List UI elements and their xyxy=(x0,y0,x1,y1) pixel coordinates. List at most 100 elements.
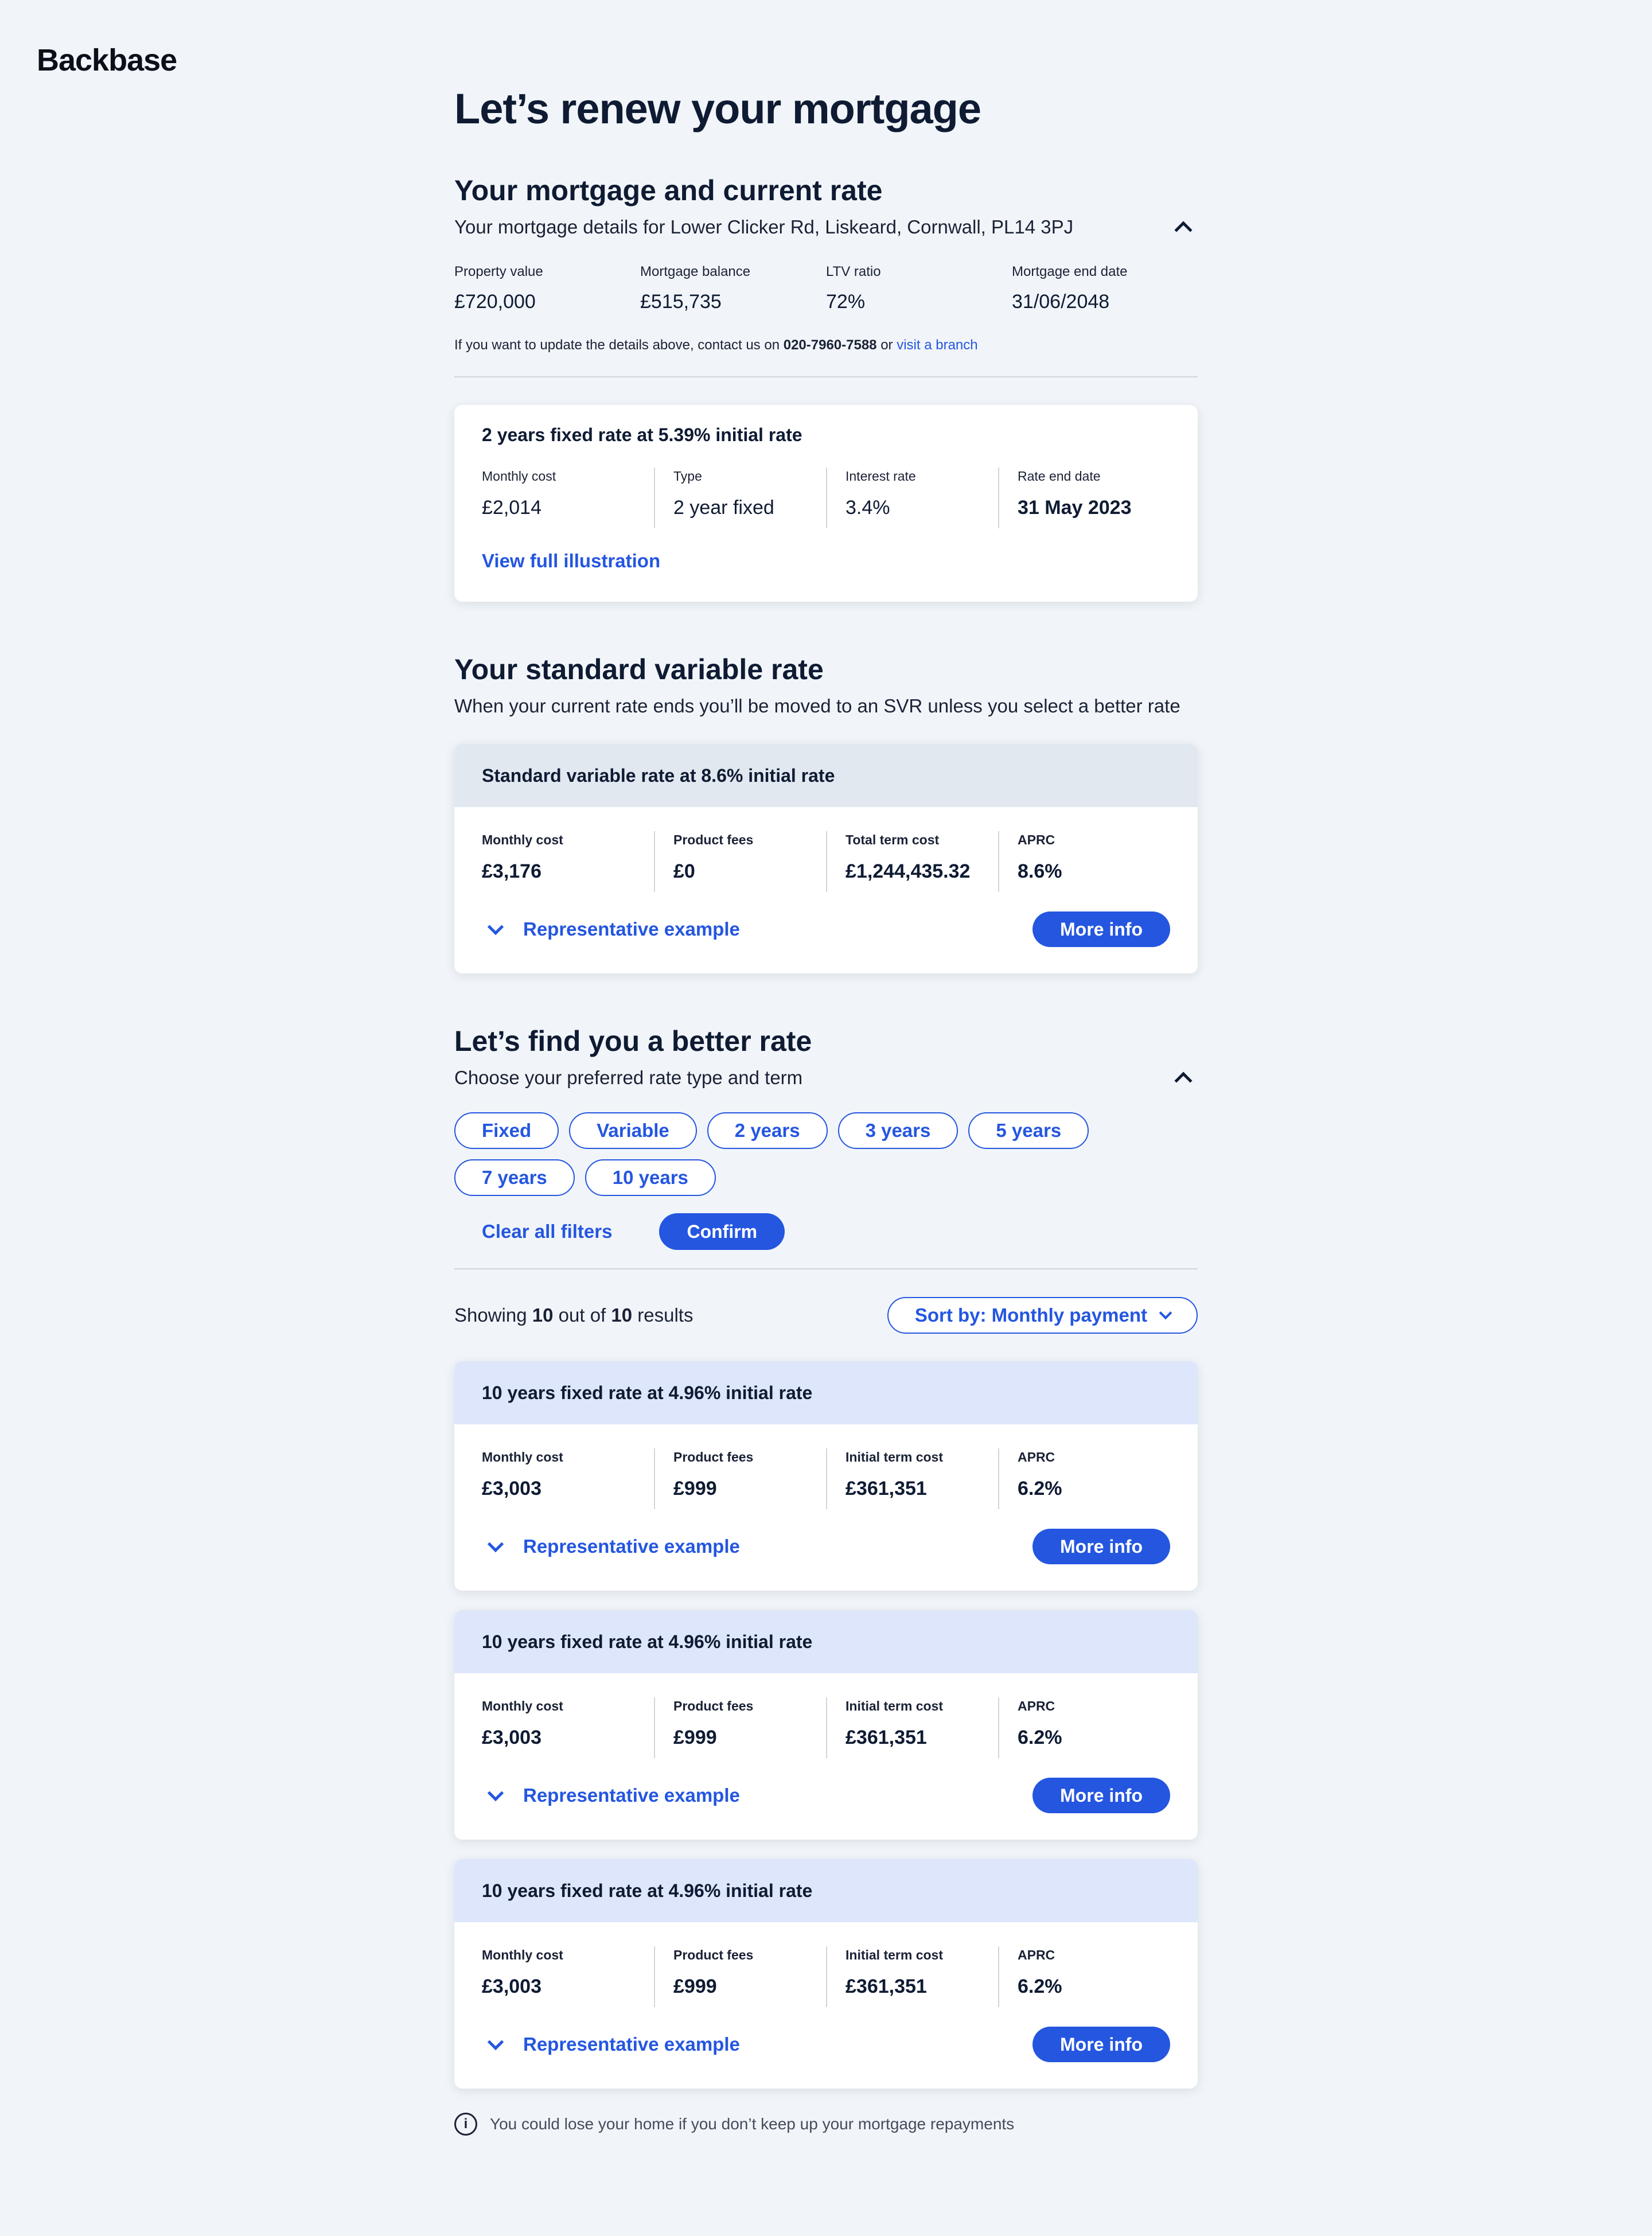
results-count-suffix: results xyxy=(632,1304,693,1326)
representative-example-toggle[interactable]: Representative example xyxy=(482,1536,740,1557)
chip-10-years[interactable]: 10 years xyxy=(585,1159,716,1196)
more-info-button[interactable]: More info xyxy=(1032,1778,1170,1813)
result-card: 10 years fixed rate at 4.96% initial rat… xyxy=(454,1610,1198,1840)
confirm-button[interactable]: Confirm xyxy=(659,1213,785,1250)
chip-fixed[interactable]: Fixed xyxy=(454,1112,559,1149)
representative-example-label: Representative example xyxy=(523,1785,740,1806)
result-stats: Monthly cost £3,003 Product fees £999 In… xyxy=(482,1946,1170,2007)
stat-aprc: APRC 6.2% xyxy=(998,1946,1170,2007)
svr-card-title: Standard variable rate at 8.6% initial r… xyxy=(454,744,1198,807)
stat-label: Initial term cost xyxy=(846,1947,943,1962)
chip-variable[interactable]: Variable xyxy=(569,1112,697,1149)
stat-value: 3.4% xyxy=(846,497,890,519)
chip-2-years[interactable]: 2 years xyxy=(707,1112,828,1149)
detail-ltv-ratio: LTV ratio 72% xyxy=(826,263,1012,314)
chevron-up-icon[interactable] xyxy=(1174,1072,1193,1090)
better-rate-subtitle: Choose your preferred rate type and term xyxy=(454,1067,803,1088)
stat-value: £0 xyxy=(673,860,695,882)
current-rate-card: 2 years fixed rate at 5.39% initial rate… xyxy=(454,405,1198,602)
stat-label: Monthly cost xyxy=(482,1947,563,1962)
svr-section: Your standard variable rate When your cu… xyxy=(454,651,1198,973)
stat-aprc: APRC 6.2% xyxy=(998,1697,1170,1758)
sort-dropdown[interactable]: Sort by: Monthly payment xyxy=(887,1297,1198,1334)
detail-label: Property value xyxy=(454,264,543,279)
filters-toggle[interactable]: Choose your preferred rate type and term xyxy=(454,1065,1198,1090)
more-info-button[interactable]: More info xyxy=(1032,2027,1170,2062)
results-list: 10 years fixed rate at 4.96% initial rat… xyxy=(454,1361,1198,2089)
brand-logo[interactable]: Backbase xyxy=(37,42,177,78)
stat-value: 31 May 2023 xyxy=(1018,497,1132,519)
contact-or: or xyxy=(876,337,897,353)
results-count-mid: out of xyxy=(553,1304,611,1326)
results-shown: 10 xyxy=(532,1304,554,1326)
detail-value: 72% xyxy=(826,291,866,313)
detail-property-value: Property value £720,000 xyxy=(454,263,640,314)
result-stats: Monthly cost £3,003 Product fees £999 In… xyxy=(482,1697,1170,1758)
stat-initial-term-cost: Initial term cost £361,351 xyxy=(826,1448,998,1509)
stat-label: Rate end date xyxy=(1018,469,1101,484)
filter-chips: Fixed Variable 2 years 3 years 5 years 7… xyxy=(454,1112,1097,1196)
stat-label: APRC xyxy=(1018,1699,1055,1713)
view-full-illustration-link[interactable]: View full illustration xyxy=(482,550,1170,572)
detail-mortgage-end-date: Mortgage end date 31/06/2048 xyxy=(1012,263,1198,314)
contact-phone[interactable]: 020-7960-7588 xyxy=(784,337,877,353)
chevron-down-icon xyxy=(487,1536,504,1553)
stat-value: £2,014 xyxy=(482,497,541,519)
stat-label: Product fees xyxy=(673,1699,754,1713)
sort-label: Sort by: Monthly payment xyxy=(914,1304,1147,1326)
stat-value: 6.2% xyxy=(1018,1976,1062,1997)
better-rate-heading: Let’s find you a better rate xyxy=(454,1025,812,1057)
contact-prefix: If you want to update the details above,… xyxy=(454,337,784,353)
mortgage-details-grid: Property value £720,000 Mortgage balance… xyxy=(454,263,1198,314)
detail-value: £720,000 xyxy=(454,291,536,313)
result-card-title: 10 years fixed rate at 4.96% initial rat… xyxy=(454,1361,1198,1424)
detail-mortgage-balance: Mortgage balance £515,735 xyxy=(640,263,826,314)
stat-label: Interest rate xyxy=(846,469,916,484)
results-total: 10 xyxy=(611,1304,633,1326)
svr-heading: Your standard variable rate xyxy=(454,653,824,685)
warning-text: You could lose your home if you don’t ke… xyxy=(490,2115,1015,2133)
stat-value: 6.2% xyxy=(1018,1478,1062,1499)
stat-value: £3,003 xyxy=(482,1727,541,1748)
filter-actions: Clear all filters Confirm xyxy=(454,1213,1198,1250)
mortgage-details-toggle[interactable]: Your mortgage details for Lower Clicker … xyxy=(454,215,1198,240)
chevron-down-icon xyxy=(487,2034,504,2051)
svr-stats: Monthly cost £3,176 Product fees £0 Tota… xyxy=(482,831,1170,892)
detail-value: £515,735 xyxy=(640,291,722,313)
svr-subtitle: When your current rate ends you’ll be mo… xyxy=(454,695,1180,716)
stat-monthly-cost: Monthly cost £3,003 xyxy=(482,1697,654,1758)
stat-label: Monthly cost xyxy=(482,469,556,484)
representative-example-toggle[interactable]: Representative example xyxy=(482,918,740,940)
current-rate-stats: Monthly cost £2,014 Type 2 year fixed In… xyxy=(482,468,1170,528)
result-card: 10 years fixed rate at 4.96% initial rat… xyxy=(454,1859,1198,2089)
page-title: Let’s renew your mortgage xyxy=(454,85,981,133)
representative-example-toggle[interactable]: Representative example xyxy=(482,1785,740,1806)
stat-product-fees: Product fees £999 xyxy=(654,1697,826,1758)
stat-label: APRC xyxy=(1018,1947,1055,1962)
representative-example-label: Representative example xyxy=(523,2034,740,2055)
chip-5-years[interactable]: 5 years xyxy=(968,1112,1089,1149)
more-info-button[interactable]: More info xyxy=(1032,1529,1170,1564)
clear-all-filters-link[interactable]: Clear all filters xyxy=(454,1221,612,1242)
stat-monthly-cost: Monthly cost £3,003 xyxy=(482,1946,654,2007)
chip-3-years[interactable]: 3 years xyxy=(837,1112,959,1149)
result-stats: Monthly cost £3,003 Product fees £999 In… xyxy=(482,1448,1170,1509)
visit-branch-link[interactable]: visit a branch xyxy=(897,337,977,353)
stat-type: Type 2 year fixed xyxy=(654,468,826,528)
stat-value: £361,351 xyxy=(846,1727,927,1748)
stat-monthly-cost: Monthly cost £2,014 xyxy=(482,468,654,528)
chip-7-years[interactable]: 7 years xyxy=(454,1159,575,1196)
stat-value: £1,244,435.32 xyxy=(846,860,971,882)
better-rate-section: Let’s find you a better rate Choose your… xyxy=(454,1023,1198,2136)
detail-label: Mortgage balance xyxy=(640,264,751,279)
chevron-up-icon[interactable] xyxy=(1174,221,1193,239)
representative-example-toggle[interactable]: Representative example xyxy=(482,2034,740,2055)
chevron-down-icon xyxy=(487,1785,504,1802)
repossession-warning: i You could lose your home if you don’t … xyxy=(454,2113,1198,2136)
stat-initial-term-cost: Initial term cost £361,351 xyxy=(826,1697,998,1758)
stat-value: £361,351 xyxy=(846,1478,927,1499)
result-card-title: 10 years fixed rate at 4.96% initial rat… xyxy=(454,1859,1198,1922)
more-info-button[interactable]: More info xyxy=(1032,911,1170,947)
stat-label: Monthly cost xyxy=(482,1699,563,1713)
stat-label: APRC xyxy=(1018,832,1055,847)
